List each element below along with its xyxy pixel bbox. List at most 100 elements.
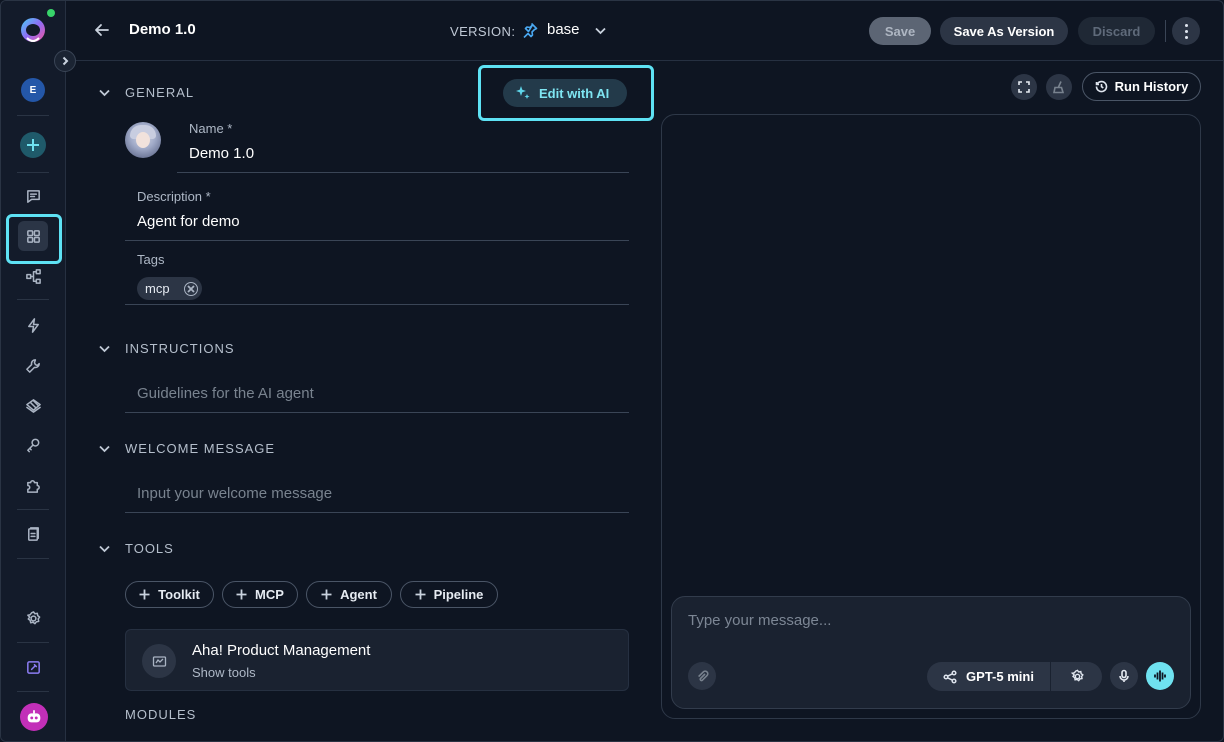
tags-field-underline: [125, 304, 629, 305]
fullscreen-button[interactable]: [1011, 74, 1037, 100]
run-history-label: Run History: [1114, 79, 1189, 94]
version-dropdown-chevron[interactable]: [594, 24, 608, 38]
version-selector-value[interactable]: base: [547, 21, 580, 38]
show-tools-link[interactable]: Show tools: [192, 665, 256, 680]
instructions-underline: [125, 412, 629, 413]
sidebar-item-edit-mode[interactable]: [18, 652, 48, 682]
instructions-collapse-toggle[interactable]: [98, 342, 112, 356]
wrench-icon: [25, 358, 40, 373]
discard-button[interactable]: Discard: [1078, 17, 1155, 45]
puzzle-icon: [26, 479, 40, 493]
app-window: E Demo 1.0 VERSION: base Save Save As Ve…: [0, 0, 1224, 742]
add-mcp-button[interactable]: MCP: [222, 581, 298, 608]
welcome-collapse-toggle[interactable]: [98, 442, 112, 456]
top-bar: Demo 1.0 VERSION: base Save Save As Vers…: [66, 1, 1223, 61]
sidebar-item-extensions[interactable]: [18, 470, 48, 500]
add-pipeline-label: Pipeline: [433, 587, 484, 602]
plus-icon: [415, 589, 426, 600]
tools-collapse-toggle[interactable]: [98, 542, 112, 556]
voice-mode-button[interactable]: [1146, 662, 1174, 690]
clear-chat-button[interactable]: [1046, 74, 1072, 100]
key-icon: [26, 438, 39, 452]
tag-chip: mcp: [137, 277, 202, 300]
pin-icon: [522, 22, 540, 40]
chat-message-input[interactable]: Type your message...: [688, 612, 831, 629]
add-mcp-label: MCP: [255, 587, 284, 602]
save-as-version-button[interactable]: Save As Version: [940, 17, 1068, 45]
audio-wave-icon: [1154, 670, 1166, 682]
modules-section-title: MODULES: [125, 707, 197, 722]
tools-section-title: TOOLS: [125, 541, 174, 556]
sidebar-item-chat[interactable]: [18, 181, 48, 211]
general-collapse-toggle[interactable]: [98, 86, 112, 100]
run-history-button[interactable]: Run History: [1082, 72, 1201, 101]
sidebar-highlight-frame: [6, 214, 62, 264]
fullscreen-icon: [1018, 81, 1030, 93]
sidebar-item-pipelines[interactable]: [18, 261, 48, 291]
sidebar-item-collections[interactable]: [18, 390, 48, 420]
description-label: Description *: [137, 189, 211, 204]
gear-icon: [1070, 669, 1084, 682]
add-agent-label: Agent: [340, 587, 377, 602]
chevron-down-icon: [99, 345, 110, 353]
sidebar-divider: [17, 115, 49, 116]
tags-label: Tags: [137, 252, 165, 267]
sidebar-item-tools[interactable]: [18, 350, 48, 380]
microphone-button[interactable]: [1110, 662, 1138, 690]
add-toolkit-button[interactable]: Toolkit: [125, 581, 214, 608]
create-new-button[interactable]: [20, 132, 46, 158]
welcome-message-input[interactable]: Input your welcome message: [137, 485, 332, 502]
assistant-bot-avatar[interactable]: [20, 703, 48, 731]
user-avatar[interactable]: E: [21, 78, 45, 102]
paperclip-icon: [697, 669, 709, 681]
edit-with-ai-button[interactable]: Edit with AI: [503, 79, 627, 107]
broom-icon: [1053, 81, 1065, 94]
arrow-left-icon: [95, 24, 109, 36]
flow-icon: [25, 268, 41, 284]
page-title: Demo 1.0: [129, 21, 196, 38]
sidebar-item-credentials[interactable]: [18, 430, 48, 460]
close-icon: [186, 284, 195, 293]
sidebar-item-settings[interactable]: [18, 603, 48, 633]
sidebar-item-triggers[interactable]: [18, 310, 48, 340]
more-options-button[interactable]: [1172, 17, 1200, 45]
gear-icon: [26, 610, 40, 624]
online-status-dot: [47, 9, 55, 17]
add-toolkit-label: Toolkit: [158, 587, 200, 602]
edit-document-icon: [26, 660, 40, 674]
robot-icon: [27, 710, 41, 723]
sidebar-divider: [17, 299, 49, 300]
description-field-underline: [125, 240, 629, 241]
remove-tag-button[interactable]: [183, 281, 198, 296]
model-select-button[interactable]: GPT-5 mini: [927, 662, 1051, 691]
expand-sidebar-button[interactable]: [54, 50, 76, 72]
model-settings-button[interactable]: [1052, 662, 1102, 691]
chevron-down-icon: [99, 445, 110, 453]
instructions-input[interactable]: Guidelines for the AI agent: [137, 385, 314, 402]
attach-file-button[interactable]: [688, 662, 716, 690]
lightning-icon: [27, 317, 39, 333]
plus-icon: [321, 589, 332, 600]
back-button[interactable]: [93, 21, 113, 41]
edit-with-ai-label: Edit with AI: [539, 85, 610, 101]
name-field[interactable]: Demo 1.0: [189, 145, 254, 162]
description-field[interactable]: Agent for demo: [137, 213, 240, 230]
chevron-down-icon: [595, 27, 606, 35]
instructions-section-title: INSTRUCTIONS: [125, 341, 235, 356]
microphone-icon: [1119, 669, 1129, 682]
tool-card[interactable]: Aha! Product Management Show tools: [125, 629, 629, 691]
kebab-menu-icon: [1184, 22, 1188, 40]
add-pipeline-button[interactable]: Pipeline: [400, 581, 498, 608]
add-agent-button[interactable]: Agent: [306, 581, 392, 608]
chevron-down-icon: [99, 545, 110, 553]
agent-avatar[interactable]: [125, 122, 161, 158]
sidebar-item-artifacts[interactable]: [18, 519, 48, 549]
toolbar-divider: [1165, 20, 1166, 42]
app-logo-icon[interactable]: [18, 16, 48, 46]
layers-icon: [25, 398, 41, 413]
plus-icon: [27, 139, 39, 151]
save-button[interactable]: Save: [869, 17, 931, 45]
version-label: VERSION:: [450, 24, 516, 39]
sparkle-icon: [516, 86, 530, 99]
history-icon: [1095, 80, 1107, 93]
